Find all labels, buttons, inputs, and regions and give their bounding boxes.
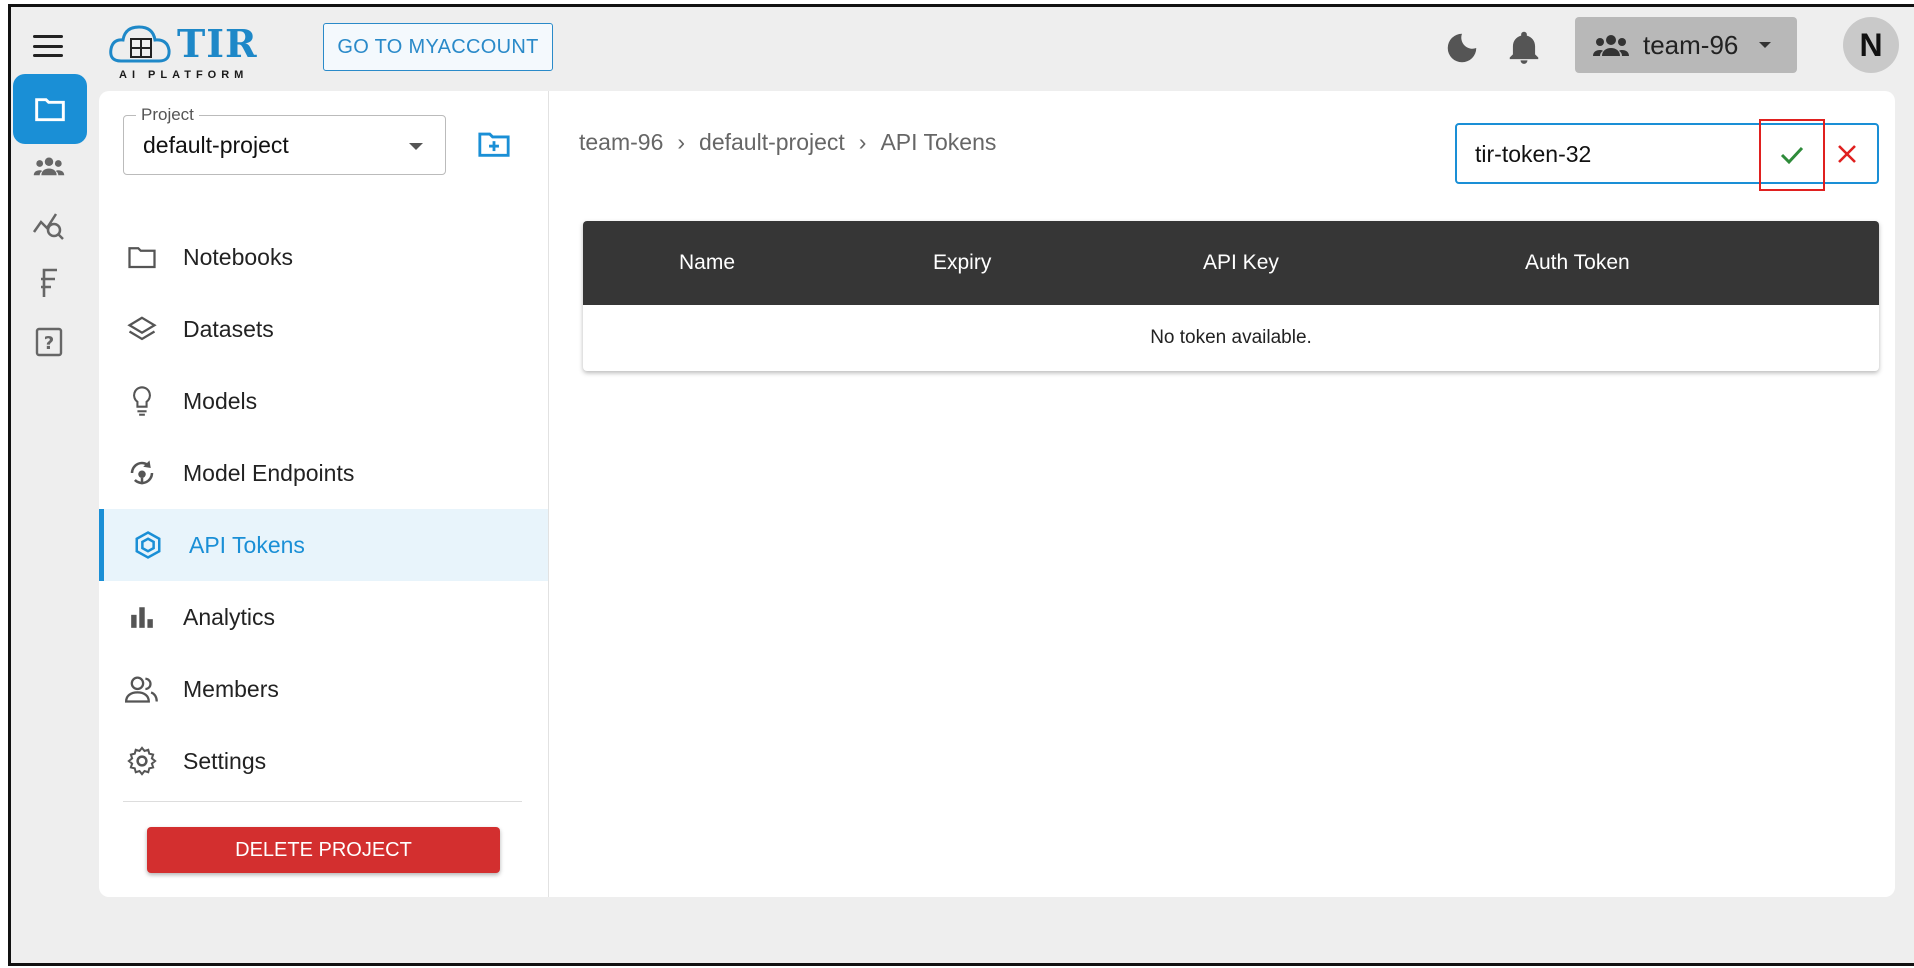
- team-label: team-96: [1643, 29, 1739, 60]
- breadcrumb-separator: ›: [677, 129, 686, 155]
- api-tokens-table: Name Expiry API Key Auth Token No token …: [583, 221, 1879, 371]
- user-avatar[interactable]: N: [1843, 17, 1899, 73]
- chevron-down-icon: [409, 143, 423, 150]
- sidebar-item-label: Model Endpoints: [183, 459, 355, 486]
- app-frame: TIR AI PLATFORM GO TO MYACCOUNT team-96 …: [8, 4, 1914, 966]
- cube-icon: [131, 528, 165, 562]
- project-sidebar: Project default-project Notebooks Datase…: [99, 91, 549, 897]
- folder-icon: [125, 240, 159, 274]
- sidebar-item-label: Analytics: [183, 603, 276, 630]
- check-icon: [1780, 146, 1804, 165]
- layers-icon: [125, 312, 159, 346]
- sidebar-item-datasets[interactable]: Datasets: [99, 293, 548, 365]
- lightbulb-icon: [125, 384, 159, 418]
- main-card: Project default-project Notebooks Datase…: [99, 91, 1895, 897]
- sidebar-item-label: Members: [183, 675, 279, 702]
- menu-icon[interactable]: [33, 35, 63, 57]
- sidebar-item-settings[interactable]: Settings: [99, 725, 548, 797]
- sidebar-item-notebooks[interactable]: Notebooks: [99, 221, 548, 293]
- sidebar-item-models[interactable]: Models: [99, 365, 548, 437]
- go-to-myaccount-button[interactable]: GO TO MYACCOUNT: [323, 23, 553, 71]
- close-icon: [1838, 145, 1856, 163]
- empty-table-message: No token available.: [1150, 327, 1312, 348]
- breadcrumb: team-96 › default-project › API Tokens: [579, 129, 996, 156]
- team-selector[interactable]: team-96: [1575, 17, 1797, 73]
- column-header-name[interactable]: Name: [679, 251, 735, 275]
- sidebar-item-label: Datasets: [183, 315, 274, 342]
- bar-chart-icon: [125, 600, 159, 634]
- logo-text: TIR: [177, 21, 258, 66]
- chevron-down-icon: [1759, 42, 1771, 48]
- delete-project-button[interactable]: DELETE PROJECT: [147, 827, 500, 873]
- svg-text:?: ?: [44, 333, 54, 354]
- breadcrumb-project[interactable]: default-project: [699, 129, 845, 156]
- cancel-token-button[interactable]: [1831, 138, 1863, 170]
- dark-mode-icon[interactable]: [1443, 29, 1481, 67]
- column-header-auth-token[interactable]: Auth Token: [1525, 251, 1630, 275]
- logo-subtitle: AI PLATFORM: [119, 69, 249, 81]
- sidebar-item-label: API Tokens: [189, 531, 305, 558]
- sidebar-item-analytics[interactable]: Analytics: [99, 581, 548, 653]
- gear-icon: [125, 744, 159, 778]
- project-select-value: default-project: [143, 132, 289, 158]
- team-icon: [33, 157, 65, 176]
- top-bar: TIR AI PLATFORM GO TO MYACCOUNT team-96 …: [11, 7, 1914, 89]
- column-header-expiry[interactable]: Expiry: [933, 251, 991, 275]
- sidebar-item-label: Settings: [183, 747, 267, 774]
- team-icon: [1593, 35, 1629, 56]
- cloud-logo-icon: [109, 25, 171, 63]
- breadcrumb-current: API Tokens: [880, 129, 997, 155]
- breadcrumb-separator: ›: [858, 129, 867, 155]
- logo[interactable]: TIR AI PLATFORM: [107, 17, 267, 81]
- members-icon: [125, 672, 159, 706]
- sidebar-item-label: Notebooks: [183, 243, 293, 270]
- currency-icon: [41, 268, 57, 297]
- analytics-search-icon: [32, 213, 64, 240]
- sidebar-item-members[interactable]: Members: [99, 653, 548, 725]
- create-project-folder-icon[interactable]: [477, 129, 511, 159]
- token-name-form: [1455, 119, 1879, 191]
- project-select[interactable]: Project default-project: [123, 105, 446, 175]
- endpoint-icon: [125, 456, 159, 490]
- table-header: Name Expiry API Key Auth Token: [583, 221, 1879, 305]
- breadcrumb-team[interactable]: team-96: [579, 129, 663, 156]
- folder-icon: [35, 98, 65, 122]
- sidebar-item-model-endpoints[interactable]: Model Endpoints: [99, 437, 548, 509]
- sidebar-item-api-tokens[interactable]: API Tokens: [99, 509, 548, 581]
- project-select-label: Project: [136, 105, 199, 125]
- notifications-bell-icon[interactable]: [1505, 29, 1543, 67]
- sidebar-item-label: Models: [183, 387, 258, 414]
- sidebar-nav: Notebooks Datasets Models Model Endpoint…: [99, 221, 548, 797]
- column-header-api-key[interactable]: API Key: [1203, 251, 1279, 275]
- rail-help[interactable]: ?: [13, 307, 85, 377]
- confirm-token-button[interactable]: [1759, 119, 1825, 191]
- token-name-input[interactable]: [1475, 139, 1755, 169]
- sidebar-divider: [123, 801, 522, 802]
- help-icon: ?: [35, 327, 63, 357]
